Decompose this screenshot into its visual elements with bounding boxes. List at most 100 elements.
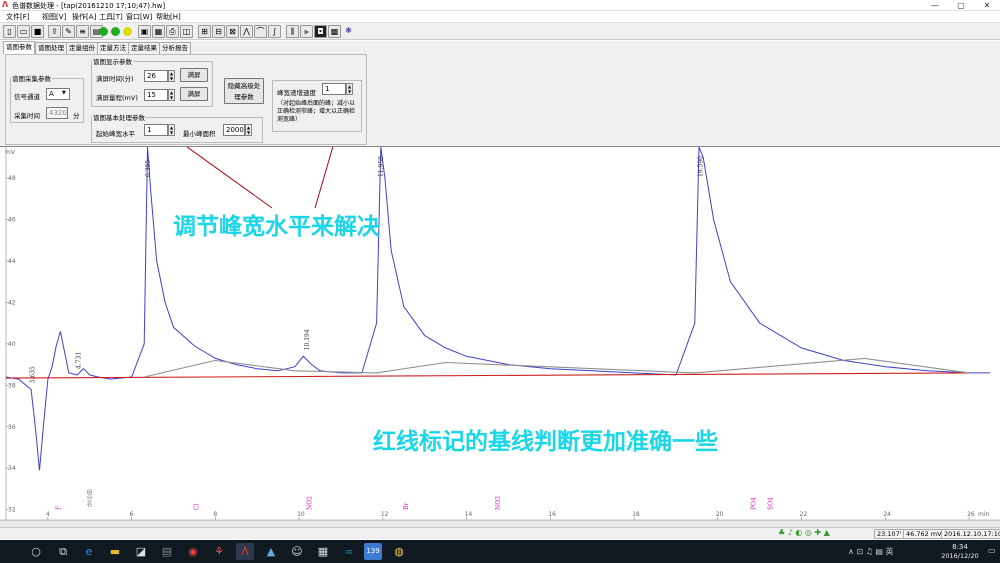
fullscale-time-input[interactable]: 26 xyxy=(144,70,168,82)
tab-chromatogram-processing[interactable]: 谱图处理 xyxy=(35,42,67,54)
photos-icon[interactable]: ▲ xyxy=(262,543,280,560)
hide-advanced-button[interactable]: 隐藏高级处理参数 xyxy=(224,78,264,104)
minimize-button[interactable]: — xyxy=(922,0,948,11)
min-area-spinner[interactable]: ▲ ▼ xyxy=(245,124,252,136)
chevron-down-icon[interactable]: ▼ xyxy=(62,90,66,96)
time-label: 采集时间 xyxy=(14,112,40,120)
x-tick-label: 12 xyxy=(381,511,389,518)
peak-retention-label: 10.194 xyxy=(304,329,311,350)
tab-quant-results[interactable]: 定量结果 xyxy=(128,42,160,54)
tail-input[interactable]: 1 xyxy=(322,83,346,95)
calculator-icon[interactable]: ▦ xyxy=(314,543,332,560)
menu-help[interactable]: 帮助[H] xyxy=(156,12,181,22)
app-icon[interactable]: ◍ xyxy=(390,543,408,560)
zoom-x-icon[interactable]: ⊟ xyxy=(212,25,225,38)
peak-retention-label: 3.635 xyxy=(30,366,37,383)
status-value: 46.762 mV xyxy=(903,529,945,539)
tray-status-icons-icon: ∧ ⊡ ♫ ▤ 英 xyxy=(848,547,894,556)
integrate-icon[interactable]: ∫ xyxy=(268,25,281,38)
peak-width-input[interactable]: 1 xyxy=(144,124,168,136)
peak-icon[interactable]: ⋀ xyxy=(240,25,253,38)
peak-width-spinner[interactable]: ▲ ▼ xyxy=(168,124,175,136)
menu-bar: 文件[F] 视图[V] 操作[A] 工具[T] 窗口[W] 帮助[H] xyxy=(0,11,1000,22)
fullscreen-range-button[interactable]: 满屏 xyxy=(180,87,208,101)
channel-select[interactable]: A xyxy=(46,88,70,100)
y-unit-label: mV xyxy=(5,149,15,156)
tab-quant-method[interactable]: 定量方法 xyxy=(97,42,129,54)
horizontal-scrollbar[interactable] xyxy=(0,520,1000,527)
chromatogram-chart[interactable]: 48 46 44 42 40 38 36 34 32 4 6 8 10 12 14 16 18 20 22 24 26… xyxy=(0,147,1000,520)
chrome-icon[interactable]: ◉ xyxy=(184,543,202,560)
tab-quant-components[interactable]: 定量组份 xyxy=(66,42,98,54)
menu-file[interactable]: 文件[F] xyxy=(6,12,30,22)
time-input[interactable]: 4320 xyxy=(46,107,68,119)
preview-icon[interactable]: ◫ xyxy=(180,25,193,38)
status-time: 23.107' xyxy=(874,529,905,539)
folder-icon[interactable]: ▤ xyxy=(158,543,176,560)
status-bar: ♣ ♪ ◐ ◎ ✚ ▲ 23.107' 46.762 mV 2016.12.10… xyxy=(0,527,1000,539)
start-icon[interactable]: ○ xyxy=(27,543,45,560)
screen-icon[interactable]: ▣ xyxy=(138,25,151,38)
open-file-icon[interactable]: ▭ xyxy=(17,25,30,38)
component-label: PO4 xyxy=(751,497,758,510)
arduino-icon[interactable]: ∞ xyxy=(340,543,358,560)
email-app-icon[interactable]: 139 xyxy=(364,543,382,560)
resume-icon[interactable] xyxy=(111,27,120,36)
y-tick-label: 48 xyxy=(8,175,16,182)
merge-icon[interactable]: ⫸ xyxy=(300,25,313,38)
edit-icon[interactable]: ✎ xyxy=(62,25,75,38)
fullscale-time-spinner[interactable]: ▲ ▼ xyxy=(168,70,175,82)
person-icon[interactable]: ✱ xyxy=(342,25,355,38)
tray-icons-icon: ♣ ♪ ◐ ◎ ✚ ▲ xyxy=(778,528,830,537)
qq-icon[interactable]: ☺ xyxy=(288,543,306,560)
acquisition-legend: 谱图采集参数 xyxy=(12,75,51,83)
store-icon[interactable]: ◪ xyxy=(132,543,150,560)
edge-icon[interactable]: e xyxy=(80,543,98,560)
zoom-y-icon[interactable]: ⊠ xyxy=(226,25,239,38)
notification-icon[interactable]: ▭ xyxy=(988,546,996,555)
close-button[interactable]: ✕ xyxy=(974,0,1000,11)
x-tick-label: 22 xyxy=(800,511,808,518)
menu-operate[interactable]: 操作[A] xyxy=(72,12,96,22)
tab-chromatogram-params[interactable]: 谱图参数 xyxy=(3,41,35,54)
clock-time: 8:34 xyxy=(952,543,968,551)
save-icon[interactable]: ■ xyxy=(31,25,44,38)
baseline-icon[interactable]: ⌒ xyxy=(254,25,267,38)
fullscale-range-spinner[interactable]: ▲ ▼ xyxy=(168,89,175,101)
export-icon[interactable]: ⇪ xyxy=(48,25,61,38)
peak-width-label: 起始峰宽水平 xyxy=(96,130,135,138)
dark-screen-icon[interactable]: ◘ xyxy=(314,25,327,38)
table-icon[interactable]: ▦ xyxy=(152,25,165,38)
min-area-input[interactable]: 2000 xyxy=(223,124,245,136)
clock-date: 2016/12/20 xyxy=(941,552,979,560)
grid-icon[interactable]: ▩ xyxy=(328,25,341,38)
menu-window[interactable]: 窗口[W] xyxy=(126,12,152,22)
x-tick-label: 18 xyxy=(632,511,640,518)
window-title: 色谱数据处理 - [tap(20161210 17;10;47).hw] xyxy=(12,2,166,10)
new-file-icon[interactable]: ▯ xyxy=(3,25,16,38)
peak-retention-label: 4.731 xyxy=(75,352,82,369)
y-tick-label: 36 xyxy=(8,424,16,431)
component-label: NO2 xyxy=(307,496,314,510)
processing-legend: 谱图基本处理参数 xyxy=(93,114,145,122)
maximize-button[interactable]: ▢ xyxy=(948,0,974,11)
fullscale-range-input[interactable]: 15 xyxy=(144,89,168,101)
tail-spinner[interactable]: ▲ ▼ xyxy=(346,83,353,95)
taskview-icon[interactable]: ⧉ xyxy=(54,543,72,560)
zoom-fit-icon[interactable]: ⊞ xyxy=(198,25,211,38)
print-icon[interactable]: ⎙ xyxy=(166,25,179,38)
start-acquisition-icon[interactable] xyxy=(99,27,108,36)
chromatogram-svg: 484644424038363432 4 6 8 10 12 14 16 18 20 22 24 26… xyxy=(0,147,1000,520)
chromatogram-app-icon[interactable]: Λ xyxy=(236,543,254,560)
y-tick-label: 38 xyxy=(8,382,16,389)
tab-analysis-report[interactable]: 分析报告 xyxy=(159,42,191,54)
split-icon[interactable]: ⫼ xyxy=(286,25,299,38)
y-tick-label: 32 xyxy=(8,507,16,514)
pause-icon[interactable] xyxy=(123,27,132,36)
fullscreen-time-button[interactable]: 满屏 xyxy=(180,68,208,82)
explorer-icon[interactable]: ▬ xyxy=(106,543,124,560)
menu-view[interactable]: 视图[V] xyxy=(42,12,66,22)
photo-icon[interactable]: ⚘ xyxy=(210,543,228,560)
menu-tools[interactable]: 工具[T] xyxy=(99,12,123,22)
list-icon[interactable]: ≡ xyxy=(76,25,89,38)
